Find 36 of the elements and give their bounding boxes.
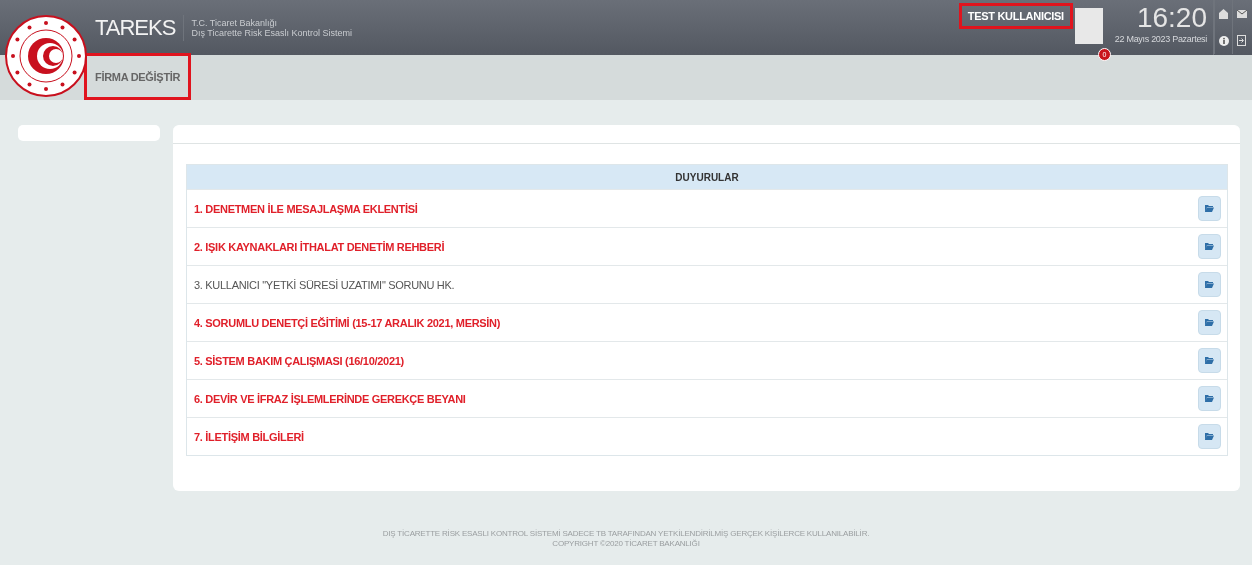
brand-title: TAREKS — [95, 14, 185, 41]
clock-date: 22 Mayıs 2023 Pazartesi — [1114, 34, 1207, 44]
home-icon[interactable] — [1219, 8, 1228, 19]
open-button[interactable] — [1198, 272, 1221, 297]
announcement-title[interactable]: 3. KULLANICI "YETKİ SÜRESİ UZATIMI" SORUNU HK. — [194, 278, 455, 291]
folder-icon — [1205, 243, 1214, 250]
announcement-title[interactable]: 6. DEVİR VE İFRAZ İŞLEMLERİNDE GEREKÇE BEYANI — [194, 392, 466, 405]
folder-icon — [1205, 433, 1214, 440]
footer-notice: DIŞ TİCARETTE RİSK ESASLI KONTROL SİSTEMİ SADECE TB TARAFINDAN YETKİLENDİRİLMİŞ GERÇEK KİŞİLERCE KULLANILABİLİR. — [382, 529, 870, 539]
open-button[interactable] — [1198, 196, 1221, 221]
open-button[interactable] — [1198, 234, 1221, 259]
user-avatar[interactable] — [1074, 8, 1103, 44]
copyright-text: COPYRIGHT ©2020 TİCARET BAKANLIĞI — [552, 539, 700, 549]
announcement-title[interactable]: 7. İLETİŞİM BİLGİLERİ — [194, 430, 304, 443]
folder-icon — [1205, 319, 1214, 326]
clock-time: 16:20 — [1136, 2, 1207, 34]
announcement-title[interactable]: 5. SİSTEM BAKIM ÇALIŞMASI (16/10/2021) — [194, 354, 404, 367]
open-button[interactable] — [1198, 424, 1221, 449]
folder-icon — [1205, 395, 1214, 402]
info-icon[interactable] — [1218, 35, 1229, 46]
folder-icon — [1205, 281, 1214, 288]
folder-icon — [1205, 205, 1214, 212]
announcement-title[interactable]: 2. IŞIK KAYNAKLARI İTHALAT DENETİM REHBERİ — [194, 240, 445, 253]
user-name[interactable]: TEST KULLANICISI — [958, 3, 1073, 29]
ministry-name: T.C. Ticaret Bakanlığı — [191, 17, 278, 28]
change-company-button[interactable]: FİRMA DEĞİŞTİR — [84, 53, 192, 100]
open-button[interactable] — [1198, 348, 1221, 373]
announcements-header: DUYURULAR — [187, 165, 1227, 189]
logout-icon[interactable] — [1237, 35, 1246, 46]
open-button[interactable] — [1198, 310, 1221, 335]
announcement-title[interactable]: 4. SORUMLU DENETÇİ EĞİTİMİ (15-17 ARALIK 2021, MERSİN) — [194, 316, 501, 329]
open-button[interactable] — [1198, 386, 1221, 411]
mail-icon[interactable] — [1236, 9, 1247, 18]
announcement-title[interactable]: 1. DENETMEN İLE MESAJLAŞMA EKLENTİSİ — [194, 202, 418, 215]
system-name: Dış Ticarette Risk Esaslı Kontrol Sistemi — [191, 27, 352, 38]
folder-icon — [1205, 357, 1214, 364]
